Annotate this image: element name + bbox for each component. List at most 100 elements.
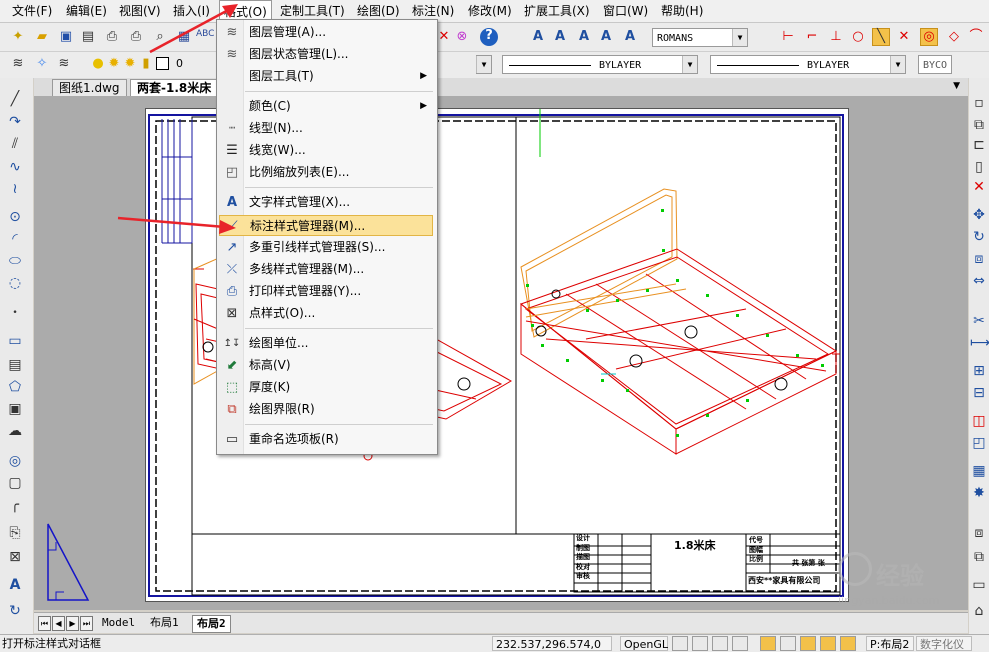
tab-scroll-icon[interactable]: ▼ (953, 81, 960, 91)
rotate-icon[interactable]: ↻ (970, 228, 988, 246)
dim-radius-icon[interactable]: ○ (850, 29, 866, 45)
tab-layout1[interactable]: 布局1 (146, 615, 183, 631)
snap-endpoint-icon[interactable]: ╲ (872, 28, 890, 46)
menu-dim-style-manager[interactable]: ⟋ 标注样式管理器(M)... (219, 215, 433, 236)
menu-color[interactable]: 颜色(C) ▶ (219, 96, 433, 117)
copy-icon[interactable]: ⧉ (970, 116, 988, 134)
find-text-icon[interactable]: A (598, 29, 614, 45)
polyline-icon[interactable]: ↷ (6, 113, 24, 131)
menu-help[interactable]: 帮助(H) (657, 0, 707, 22)
snap-quadrant-icon[interactable]: ◇ (946, 29, 962, 45)
color-combo[interactable]: BYCO (918, 55, 952, 74)
chamfer-icon[interactable]: ◫ (970, 412, 988, 430)
layer-match-icon[interactable]: ≋ (56, 56, 72, 72)
menu-point-style[interactable]: ⊠ 点样式(O)... (219, 303, 433, 324)
scale-icon[interactable]: ⧈ (970, 250, 988, 268)
rectangle-icon[interactable]: ▭ (6, 332, 24, 350)
snap-center-icon[interactable]: ◎ (920, 28, 938, 46)
edit-text-icon[interactable]: A (576, 29, 592, 45)
block-icon[interactable]: ▢ (6, 474, 24, 492)
polygon-icon[interactable]: ⬠ (6, 378, 24, 396)
delete-icon[interactable]: ✕ (436, 29, 452, 45)
xline-icon[interactable]: ⫽ (6, 135, 24, 153)
tab-drawing1[interactable]: 图纸1.dwg (52, 79, 127, 97)
wipeout-icon[interactable]: ☁ (6, 422, 24, 440)
spell-check-icon[interactable]: ABC (196, 26, 214, 42)
offset-icon[interactable]: ▯ (970, 158, 988, 176)
publish-icon[interactable]: ▦ (176, 29, 192, 45)
explode-icon[interactable]: ✸ (970, 484, 988, 502)
dim-aligned-icon[interactable]: ⌐ (804, 29, 820, 45)
layout-indicator[interactable]: P:布局2 (866, 636, 914, 651)
menu-scale-list[interactable]: ◰ 比例缩放列表(E)... (219, 162, 433, 183)
menu-layer-manager[interactable]: ≋ 图层管理(A)... (219, 22, 433, 43)
layer-vp-icon[interactable]: ✹ (122, 56, 138, 72)
ellipse-icon[interactable]: ⬭ (6, 252, 24, 270)
table-icon[interactable]: ⊠ (6, 548, 24, 566)
osnap-mode-icon[interactable] (760, 636, 776, 651)
menu-view[interactable]: 视图(V) (115, 0, 165, 22)
menu-layer-state[interactable]: ≋ 图层状态管理(L)... (219, 44, 433, 65)
plot-icon[interactable]: ⎙ (128, 29, 144, 45)
save-as-icon[interactable]: ▤ (80, 29, 96, 45)
extend-icon[interactable]: ⟼ (970, 334, 989, 352)
help-icon[interactable]: ? (480, 28, 498, 46)
tab-layout2[interactable]: 布局2 (192, 615, 231, 633)
polar-mode-icon[interactable] (732, 636, 748, 651)
menu-insert[interactable]: 插入(I) (169, 0, 214, 22)
point-icon[interactable]: • (6, 304, 24, 322)
layer-previous-icon[interactable]: ✧ (34, 56, 50, 72)
snap-tangent-icon[interactable]: ⌒ (968, 29, 984, 45)
print-icon[interactable]: ⎙ (104, 29, 120, 45)
menu-drawing-units[interactable]: ↥↧ 绘图单位... (219, 333, 433, 354)
menu-text-style[interactable]: A 文字样式管理(X)... (219, 192, 433, 213)
stretch-icon[interactable]: ⇔ (970, 272, 988, 290)
menu-linetype[interactable]: ┉ 线型(N)... (219, 118, 433, 139)
match-prop-icon[interactable]: ⧉ (970, 548, 988, 566)
menu-thickness[interactable]: ⬚ 厚度(K) (219, 377, 433, 398)
next-tab-icon[interactable]: ▶ (66, 616, 79, 631)
line-icon[interactable]: ╱ (6, 90, 24, 108)
lengthen-icon[interactable]: ▭ (970, 576, 988, 594)
fillet-right-icon[interactable]: ◰ (970, 434, 988, 452)
multiline-text-icon[interactable]: A (552, 29, 568, 45)
ortho-mode-icon[interactable] (712, 636, 728, 651)
save-icon[interactable]: ▣ (58, 29, 74, 45)
delete-x-icon[interactable]: ✕ (970, 178, 988, 196)
prev-tab-icon[interactable]: ◀ (52, 616, 65, 631)
snap-mode-icon[interactable] (672, 636, 688, 651)
arc-icon[interactable]: ◜ (6, 230, 24, 248)
purge-icon[interactable]: ⊗ (454, 29, 470, 45)
snap-intersection-icon[interactable]: ✕ (896, 29, 912, 45)
text-style-manager-icon[interactable]: A (622, 29, 638, 45)
layer-combo-arrow[interactable]: ▼ (476, 55, 492, 74)
menu-file[interactable]: 文件(F) (8, 0, 56, 22)
menu-layer-tools[interactable]: 图层工具(T) ▶ (219, 66, 433, 87)
mirror-icon[interactable]: ⊏ (970, 136, 988, 154)
dyn-mode-icon[interactable] (800, 636, 816, 651)
break-icon[interactable]: ⊞ (970, 362, 988, 380)
open-file-icon[interactable]: ▰ (34, 29, 50, 45)
layer-thaw-sun-icon[interactable]: ✹ (106, 56, 122, 72)
lineweight-combo[interactable]: BYLAYER ▼ (710, 55, 906, 74)
ellipse-arc-icon[interactable]: ◌ (6, 274, 24, 292)
spline-icon[interactable]: ∿ (6, 158, 24, 176)
hatch-icon[interactable]: ▤ (6, 356, 24, 374)
menu-plot-style[interactable]: ⎙ 打印样式管理器(Y)... (219, 281, 433, 302)
first-tab-icon[interactable]: ⏮ (38, 616, 51, 631)
region-icon[interactable]: ▣ (6, 400, 24, 418)
menu-drawing-limits[interactable]: ⧉ 绘图界限(R) (219, 399, 433, 420)
menu-elevation[interactable]: ⬋ 标高(V) (219, 355, 433, 376)
refresh-icon[interactable]: ↻ (6, 602, 24, 620)
layer-lock-icon[interactable]: ▮ (138, 56, 154, 72)
tab-model[interactable]: Model (98, 615, 139, 631)
dim-linear-icon[interactable]: ⊢ (780, 29, 796, 45)
linetype-combo[interactable]: BYLAYER ▼ (502, 55, 698, 74)
font-combo[interactable]: ROMANS ▼ (652, 28, 748, 47)
preview-icon[interactable]: ⌕ (152, 29, 168, 45)
digitizer-indicator[interactable]: 数字化仪 (916, 636, 972, 651)
menu-modify[interactable]: 修改(M) (464, 0, 516, 22)
mtext-icon[interactable]: A (6, 576, 24, 594)
text-style-a-icon[interactable]: A (530, 29, 546, 45)
layer-color-swatch[interactable] (156, 57, 169, 70)
